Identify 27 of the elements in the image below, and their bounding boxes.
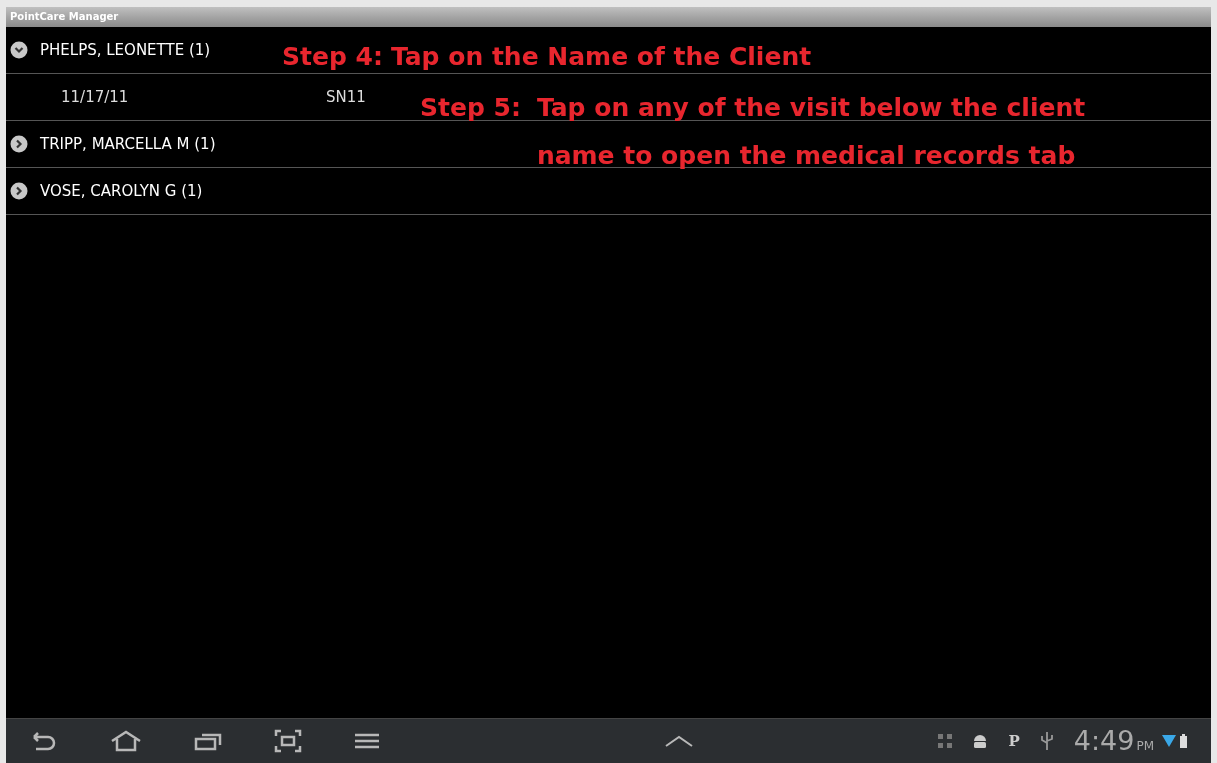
expand-icon	[938, 734, 953, 748]
client-row[interactable]: TRIPP, MARCELLA M (1)	[10, 132, 216, 156]
battery-icon	[1180, 734, 1187, 748]
android-icon	[972, 733, 989, 749]
visit-date[interactable]: 11/17/11	[61, 85, 326, 109]
notification-letter: P	[1008, 730, 1020, 752]
client-row[interactable]: VOSE, CAROLYN G (1)	[10, 179, 203, 203]
annotation-text: Tap on the Name of the Client	[390, 41, 812, 73]
chevron-right-icon	[10, 135, 28, 153]
home-icon[interactable]	[110, 730, 142, 752]
usb-icon	[1039, 731, 1054, 751]
recent-apps-icon[interactable]	[194, 731, 222, 751]
back-icon[interactable]	[30, 731, 58, 751]
caret-up-icon[interactable]	[664, 734, 695, 748]
annotation-text: Tap on any of the visit below the client name to open the medical records tab	[536, 92, 1087, 172]
annotation-step-label: Step 4:	[282, 41, 383, 73]
chevron-down-icon	[10, 41, 28, 59]
clock-time: 4:49	[1073, 727, 1135, 754]
screenshot-icon[interactable]	[274, 729, 302, 753]
menu-icon[interactable]	[354, 732, 380, 750]
clock-ampm: PM	[1136, 738, 1154, 755]
window-title: PointCare Manager	[6, 7, 1211, 27]
client-row[interactable]: PHELPS, LEONETTE (1)	[10, 38, 211, 62]
visit-code[interactable]: SN11	[326, 85, 366, 109]
annotation-step-label: Step 5:	[420, 92, 521, 124]
chevron-right-icon	[10, 182, 28, 200]
wifi-icon	[1162, 734, 1176, 748]
